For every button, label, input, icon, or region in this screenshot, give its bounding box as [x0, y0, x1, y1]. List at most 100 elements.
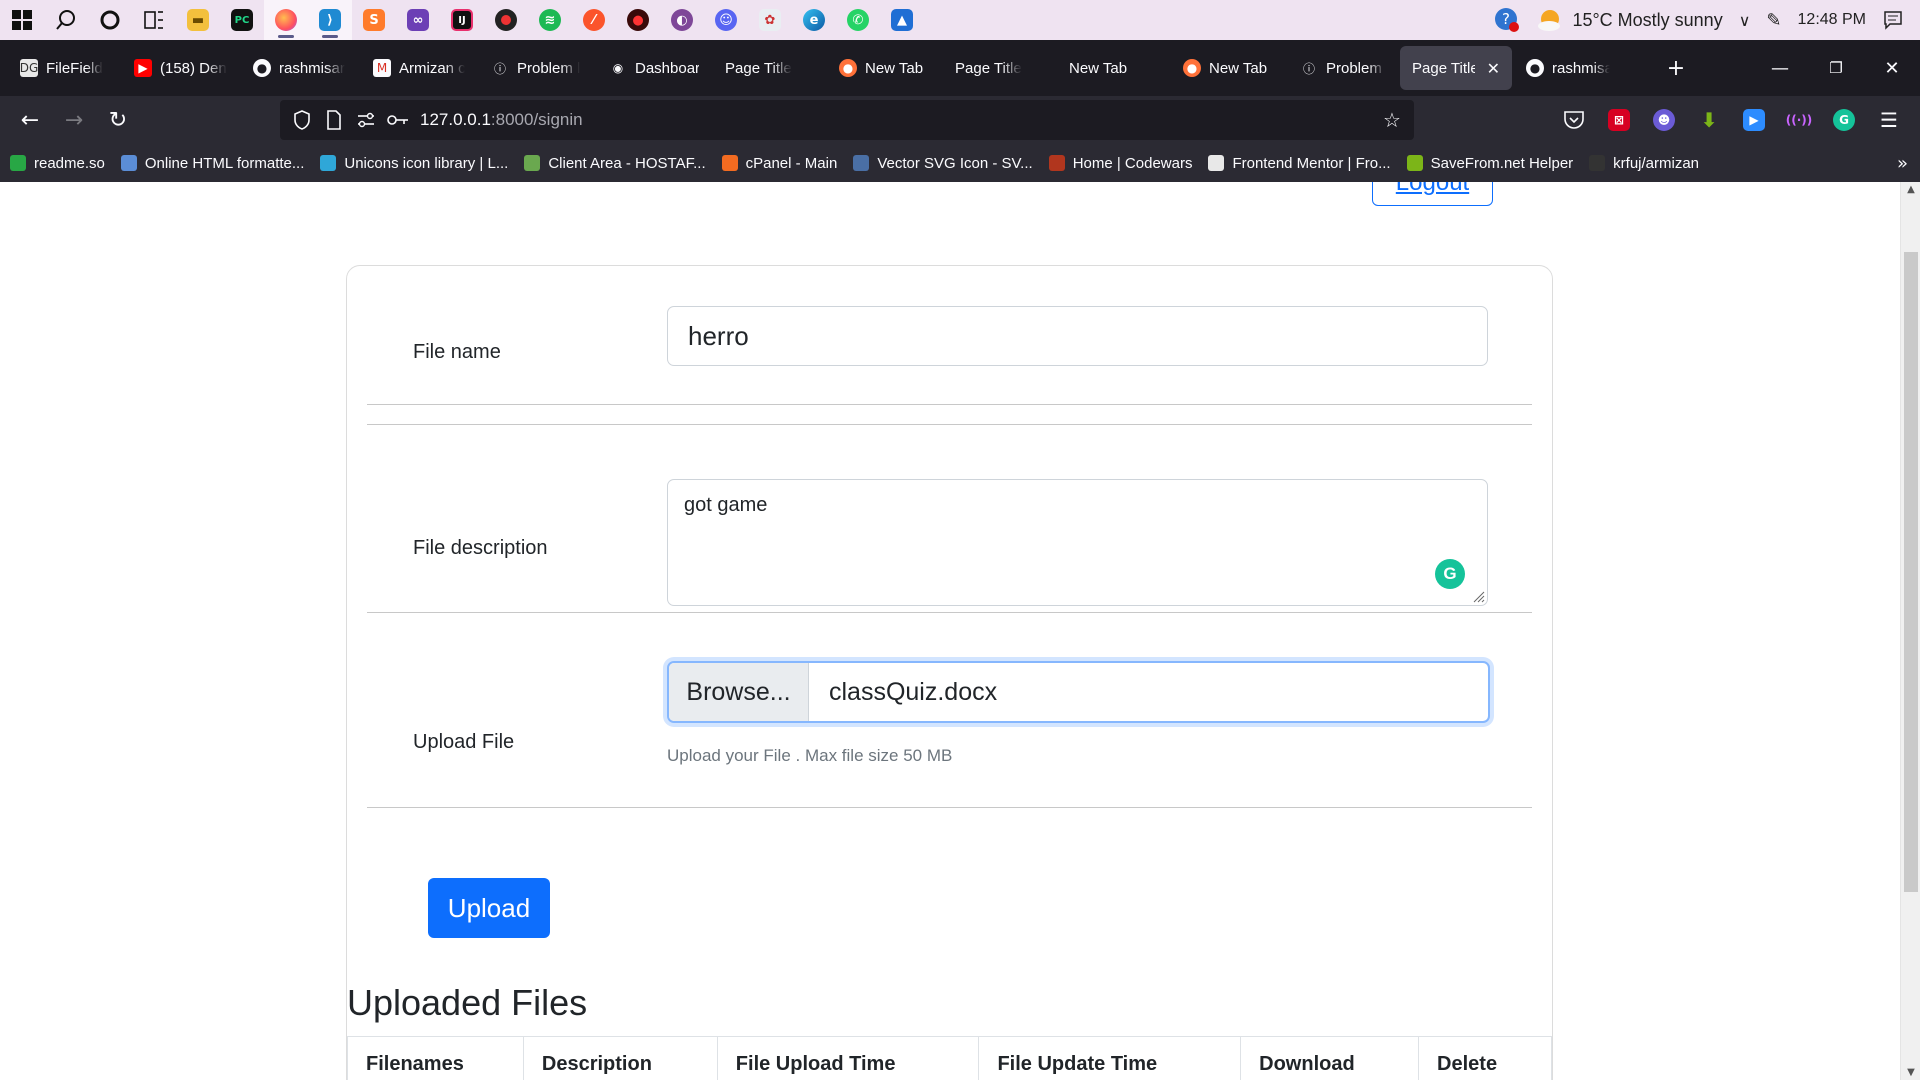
file-description-value: got game — [684, 494, 768, 516]
tor-icon[interactable]: ◐ — [660, 0, 704, 40]
download-helper-icon[interactable]: ⬇ — [1691, 102, 1727, 138]
shield-icon[interactable] — [286, 110, 318, 130]
tab-title: New Tab — [1069, 59, 1128, 77]
photos-icon[interactable]: ▲ — [880, 0, 924, 40]
clock[interactable]: 12:48 PM — [1798, 11, 1866, 29]
bookmark-star-icon[interactable]: ☆ — [1376, 108, 1408, 132]
browser-tab[interactable]: New Tab — [1057, 46, 1169, 90]
file-explorer-icon[interactable]: ▬ — [176, 0, 220, 40]
tab-title: (158) Den — [160, 59, 227, 77]
logout-button[interactable]: Logout — [1372, 182, 1493, 206]
bookmark-item[interactable]: Vector SVG Icon - SV... — [853, 155, 1033, 172]
bookmark-item[interactable]: cPanel - Main — [721, 154, 838, 172]
pocket-icon[interactable] — [1556, 102, 1592, 138]
browse-button[interactable]: Browse... — [669, 663, 809, 721]
bookmark-item[interactable]: SaveFrom.net Helper — [1406, 155, 1573, 172]
upload-button[interactable]: Upload — [428, 878, 550, 938]
browser-tab[interactable]: Page Title ✕ — [1400, 46, 1512, 90]
browser-tab[interactable]: ▶ (158) Den — [122, 46, 239, 90]
tab-title: Page Title — [1412, 59, 1475, 77]
spotify-icon[interactable]: ≋ — [528, 0, 572, 40]
brave-icon[interactable]: ⁄ — [572, 0, 616, 40]
file-description-textarea[interactable]: got game G — [667, 479, 1488, 606]
browser-tab[interactable]: ⓘ Problem l — [479, 46, 595, 90]
intellij-icon[interactable]: IJ — [440, 0, 484, 40]
browser-tab[interactable]: ● New Tab — [827, 46, 941, 90]
browser-tab[interactable]: ⓘ Problem l — [1288, 46, 1398, 90]
weather-widget[interactable]: 15°C Mostly sunny — [1536, 7, 1723, 33]
scroll-down-icon[interactable]: ▼ — [1901, 1067, 1920, 1078]
tray-chevron-icon[interactable]: ∨ — [1739, 11, 1751, 30]
column-header-download[interactable]: Download — [1240, 1036, 1420, 1080]
column-header-update-time[interactable]: File Update Time — [978, 1036, 1242, 1080]
bookmark-item[interactable]: Client Area - HOSTAF... — [524, 155, 706, 172]
pen-icon[interactable]: ✎ — [1766, 10, 1781, 31]
column-header-filenames[interactable]: Filenames — [347, 1036, 524, 1080]
visual-studio-icon[interactable]: ∞ — [396, 0, 440, 40]
browser-tab[interactable]: ● rashmisar — [241, 46, 359, 90]
reload-button[interactable]: ↻ — [96, 100, 140, 140]
record-icon[interactable] — [484, 0, 528, 40]
edge-icon[interactable]: e — [792, 0, 836, 40]
password-manager-icon[interactable]: ⊠ — [1601, 102, 1637, 138]
page-icon[interactable] — [318, 110, 350, 130]
key-icon[interactable] — [382, 113, 414, 127]
column-header-delete[interactable]: Delete — [1418, 1036, 1552, 1080]
bookmark-label: Unicons icon library | L... — [344, 154, 509, 172]
bookmark-item[interactable]: Home | Codewars — [1048, 155, 1192, 172]
file-name-input[interactable]: herro — [667, 306, 1488, 366]
browser-tab[interactable]: ● New Tab — [1171, 46, 1286, 90]
close-window-button[interactable]: ✕ — [1864, 40, 1920, 96]
scrollbar-thumb[interactable] — [1904, 252, 1918, 892]
file-description-label: File description — [413, 537, 548, 559]
address-bar[interactable]: 127.0.0.1:8000/signin ☆ — [280, 100, 1414, 140]
sublime-icon[interactable]: S — [352, 0, 396, 40]
restore-button[interactable]: ❐ — [1808, 40, 1864, 96]
scroll-up-icon[interactable]: ▲ — [1901, 184, 1920, 195]
back-button[interactable]: ← — [8, 100, 52, 140]
grammarly-icon[interactable]: G — [1435, 559, 1465, 589]
browser-tab[interactable]: Page Title — [713, 46, 825, 90]
whatsapp-icon[interactable]: ✆ — [836, 0, 880, 40]
task-view-icon[interactable] — [132, 0, 176, 40]
extension-ghost-icon[interactable]: ☻ — [1646, 102, 1682, 138]
permissions-icon[interactable] — [350, 112, 382, 128]
bookmark-item[interactable]: readme.so — [10, 155, 105, 172]
minimize-button[interactable]: — — [1752, 40, 1808, 96]
browser-tab[interactable]: Page Title — [943, 46, 1055, 90]
zoom-extension-icon[interactable]: ▶ — [1736, 102, 1772, 138]
bookmark-item[interactable]: krfuj/armizan — [1589, 155, 1699, 172]
bookmark-item[interactable]: Online HTML formatte... — [120, 155, 304, 172]
help-icon[interactable]: ? — [1494, 7, 1520, 33]
url-text[interactable]: 127.0.0.1:8000/signin — [420, 110, 583, 130]
browser-tab[interactable]: M Armizan c — [361, 46, 477, 90]
davinci-icon[interactable]: ● — [616, 0, 660, 40]
paint-icon[interactable]: ✿ — [748, 0, 792, 40]
bookmark-label: cPanel - Main — [745, 154, 838, 172]
file-input[interactable]: Browse... classQuiz.docx — [667, 661, 1490, 723]
grammarly-extension-icon[interactable]: G — [1826, 102, 1862, 138]
browser-tab[interactable]: DG FileField — [8, 46, 120, 90]
bookmark-item[interactable]: Frontend Mentor | Fro... — [1208, 155, 1391, 172]
menu-icon[interactable]: ☰ — [1871, 102, 1907, 138]
column-header-description[interactable]: Description — [522, 1036, 718, 1080]
notification-icon[interactable] — [1882, 9, 1904, 31]
forward-button[interactable]: → — [52, 100, 96, 140]
start-icon[interactable] — [0, 0, 44, 40]
firefox-icon[interactable] — [264, 0, 308, 40]
new-tab-button[interactable]: + — [1648, 40, 1704, 96]
vscode-icon[interactable]: ⟩ — [308, 0, 352, 40]
close-tab-icon[interactable]: ✕ — [1487, 59, 1500, 78]
bookmarks-overflow-icon[interactable]: » — [1897, 153, 1908, 174]
pycharm-icon[interactable]: PC — [220, 0, 264, 40]
cortana-icon[interactable] — [88, 0, 132, 40]
browser-tab[interactable]: ◉ Dashboar — [597, 46, 711, 90]
column-header-upload-time[interactable]: File Upload Time — [716, 1036, 980, 1080]
cast-extension-icon[interactable]: ((·)) — [1781, 102, 1817, 138]
bookmark-item[interactable]: Unicons icon library | L... — [320, 155, 508, 172]
discord-icon[interactable]: ☺ — [704, 0, 748, 40]
page-scrollbar[interactable]: ▲ ▼ — [1900, 182, 1920, 1080]
resize-handle-icon[interactable] — [1471, 589, 1485, 603]
browser-tab[interactable]: ● rashmisar — [1514, 46, 1622, 90]
search-icon[interactable] — [44, 0, 88, 40]
